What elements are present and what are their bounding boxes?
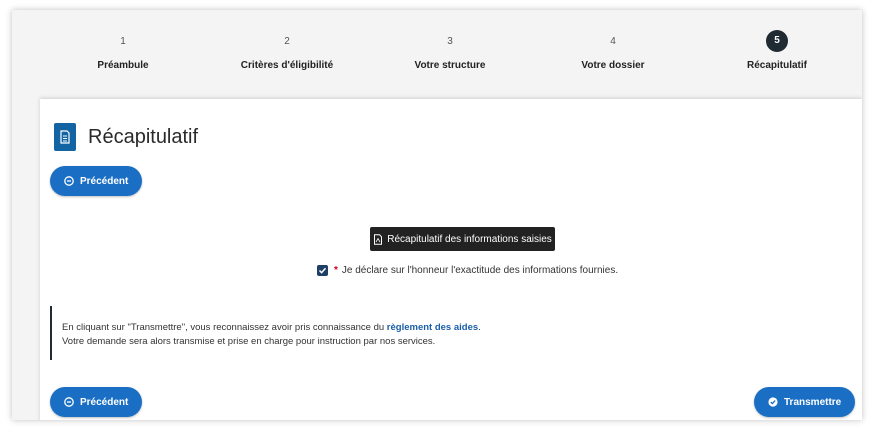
submit-button[interactable]: Transmettre: [754, 387, 856, 417]
page-header: Récapitulatif: [54, 123, 198, 151]
submission-notice: En cliquant sur "Transmettre", vous reco…: [50, 306, 550, 360]
declaration-text[interactable]: Je déclare sur l'honneur l'exactitude de…: [342, 265, 618, 276]
arrow-left-circle-icon: [64, 397, 74, 407]
notice-prefix: En cliquant sur "Transmettre", vous reco…: [62, 322, 385, 333]
notice-line-2: Votre demande sera alors transmise et pr…: [62, 336, 436, 347]
step-number: 1: [120, 36, 126, 47]
step-structure[interactable]: 3 Votre structure: [370, 32, 530, 71]
recap-card: Récapitulatif Précédent Récapitulatif de…: [40, 99, 862, 420]
check-icon: [318, 267, 327, 274]
step-label: Récapitulatif: [746, 60, 807, 71]
previous-button-top[interactable]: Précédent: [50, 166, 143, 196]
summary-button-label: Récapitulatif des informations saisies: [387, 233, 552, 245]
previous-button-label: Précédent: [80, 175, 129, 187]
step-label: Votre dossier: [581, 60, 645, 71]
submit-button-label: Transmettre: [784, 396, 842, 408]
step-label: Votre structure: [414, 60, 486, 71]
rules-link[interactable]: règlement des aides: [387, 322, 478, 333]
summary-download-button[interactable]: Récapitulatif des informations saisies: [370, 227, 555, 251]
step-dossier[interactable]: 4 Votre dossier: [533, 32, 693, 71]
declaration-checkbox[interactable]: [317, 265, 328, 276]
declaration-row: * Je déclare sur l'honneur l'exactitude …: [317, 265, 618, 276]
step-label: Critères d'éligibilité: [240, 60, 334, 71]
page-title: Récapitulatif: [88, 125, 199, 148]
step-recapitulatif[interactable]: 5 Récapitulatif: [697, 30, 857, 71]
step-number-active: 5: [766, 30, 788, 52]
previous-button-label: Précédent: [80, 396, 129, 408]
previous-button-bottom[interactable]: Précédent: [50, 387, 143, 417]
step-label: Préambule: [97, 60, 149, 71]
step-number: 4: [610, 36, 616, 47]
check-circle-icon: [768, 397, 778, 407]
notice-line-1: En cliquant sur "Transmettre", vous reco…: [62, 321, 550, 335]
arrow-left-circle-icon: [64, 176, 74, 186]
step-number: 2: [284, 36, 290, 47]
document-icon: [54, 123, 76, 151]
pdf-file-icon: [374, 233, 383, 245]
step-preambule[interactable]: 1 Préambule: [43, 32, 203, 71]
form-frame: 1 Préambule 2 Critères d'éligibilité 3 V…: [12, 10, 862, 420]
required-marker: *: [334, 265, 338, 276]
stepper: 1 Préambule 2 Critères d'éligibilité 3 V…: [12, 10, 862, 98]
notice-suffix: .: [478, 322, 481, 333]
step-number: 3: [447, 36, 453, 47]
step-criteres[interactable]: 2 Critères d'éligibilité: [207, 32, 367, 71]
